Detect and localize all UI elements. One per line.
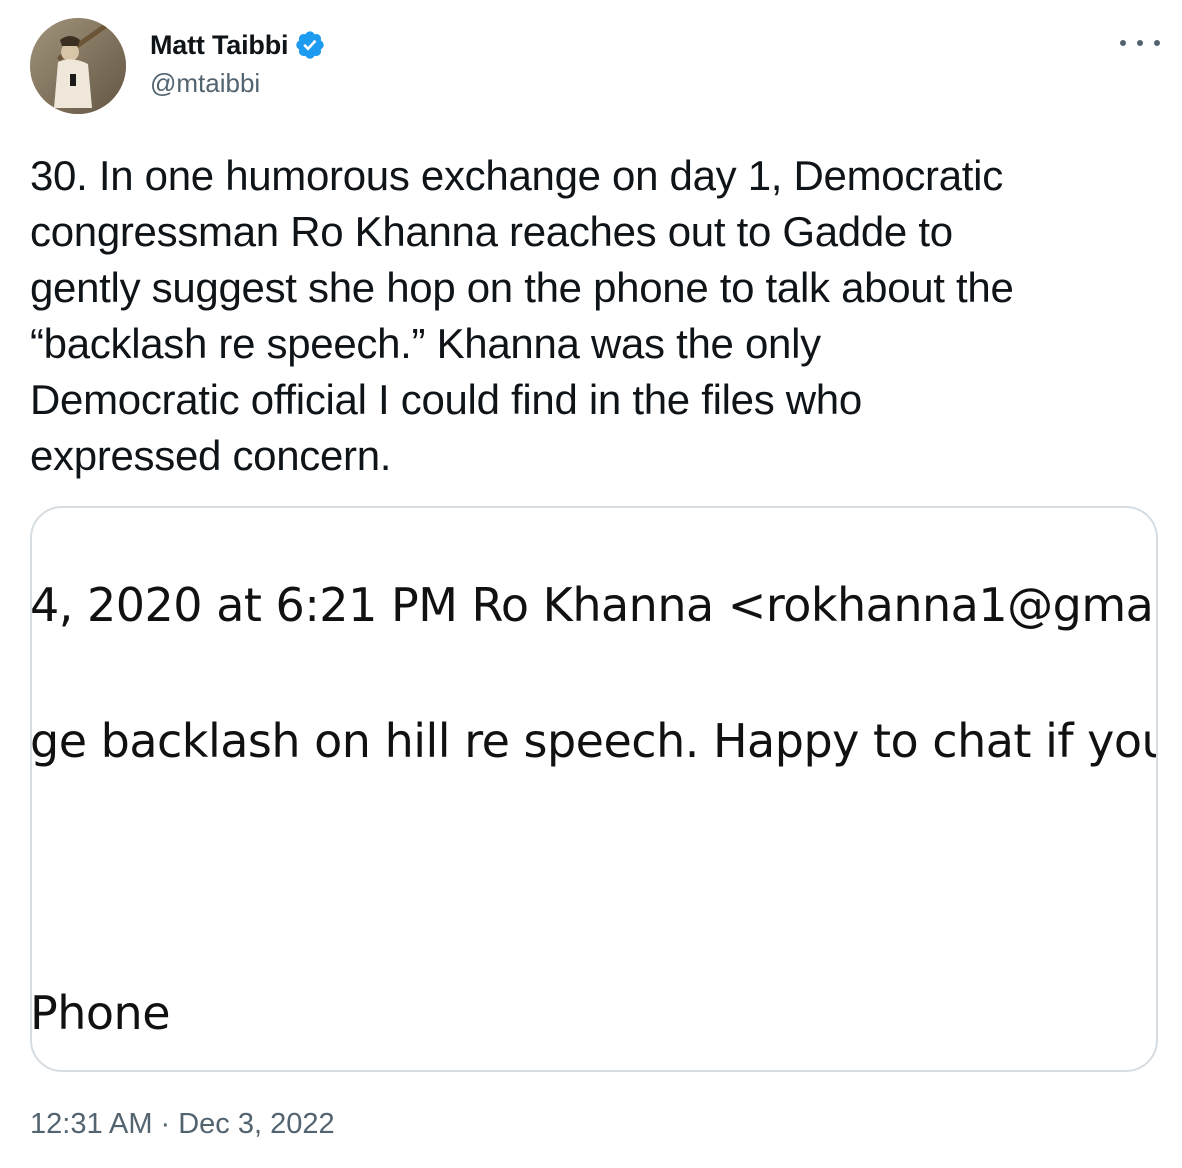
image-text-line: 4, 2020 at 6:21 PM Ro Khanna <rokhanna1@… [30,578,1158,632]
image-text-line: Phone [30,986,171,1040]
display-name[interactable]: Matt Taibbi [150,30,288,61]
more-options-icon[interactable] [1120,28,1160,58]
author-block: Matt Taibbi @mtaibbi [150,28,326,99]
avatar[interactable] [30,18,126,114]
attached-image[interactable]: 4, 2020 at 6:21 PM Ro Khanna <rokhanna1@… [30,506,1158,1072]
name-row: Matt Taibbi [150,28,326,62]
timestamp-date: Dec 3, 2022 [178,1108,335,1140]
timestamp[interactable]: 12:31 AM · Dec 3, 2022 [30,1108,335,1141]
timestamp-time: 12:31 AM [30,1108,153,1140]
tweet: Matt Taibbi @mtaibbi 30. In one humorous… [0,0,1182,1168]
timestamp-separator: · [160,1108,171,1140]
handle[interactable]: @mtaibbi [150,68,326,99]
image-text-line: ge backlash on hill re speech. Happy to … [30,714,1158,768]
avatar-photo-icon [30,18,126,114]
verified-badge-icon [294,29,326,61]
tweet-text: 30. In one humorous exchange on day 1, D… [30,152,1014,479]
